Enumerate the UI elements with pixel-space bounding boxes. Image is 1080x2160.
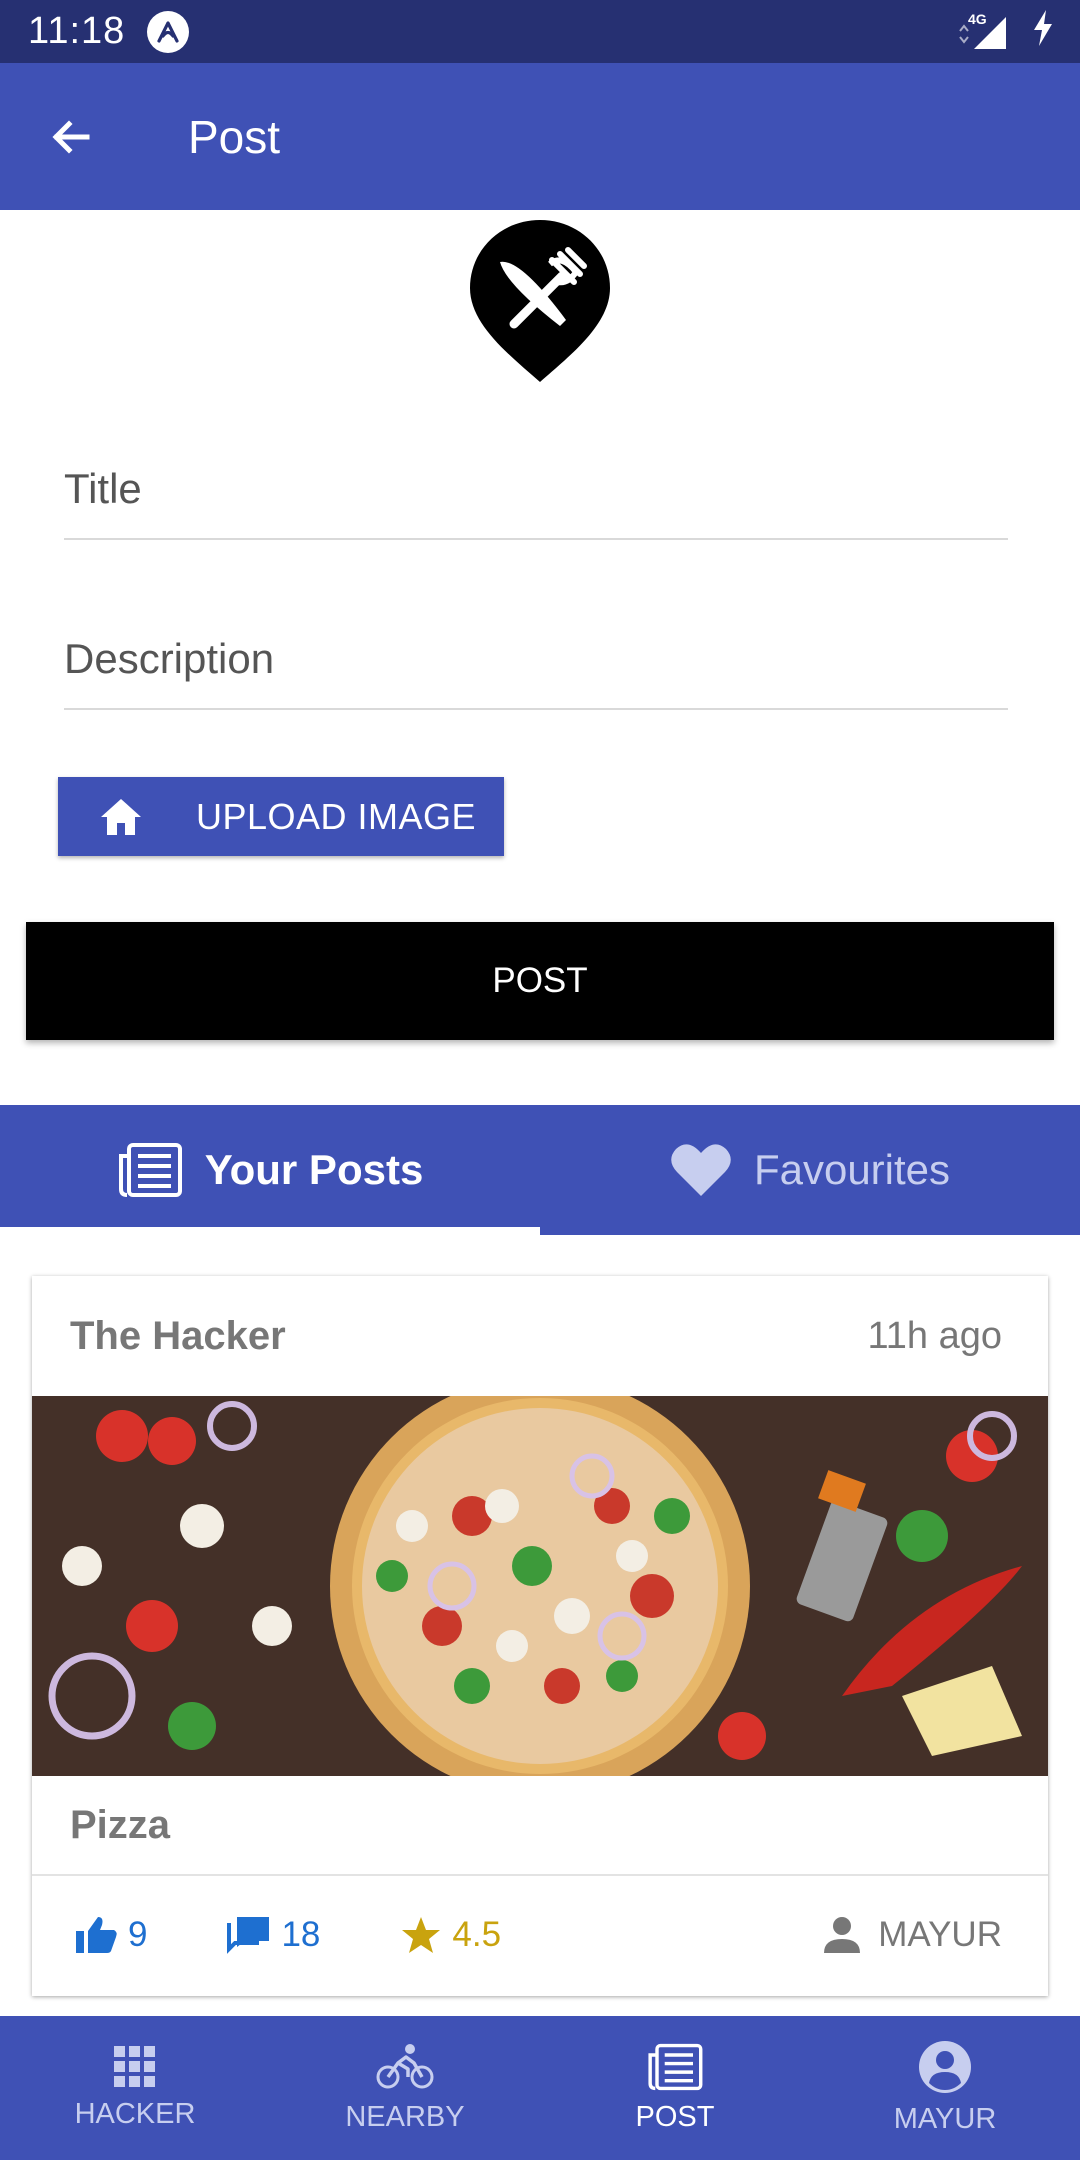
status-bar: 11:18 4G [0, 0, 1080, 63]
rating: 4.5 [400, 1915, 501, 1955]
nav-post[interactable]: POST [540, 2016, 810, 2160]
post-time: 11h ago [867, 1314, 1002, 1357]
thumbs-up-icon [76, 1917, 117, 1953]
bike-icon [376, 2043, 434, 2088]
upload-image-label: UPLOAD IMAGE [196, 795, 477, 837]
restaurant-pin-logo [470, 220, 610, 382]
nav-hacker-label: HACKER [74, 2097, 196, 2130]
page-title: Post [188, 110, 281, 163]
like-button[interactable]: 9 [74, 1915, 147, 1955]
back-button[interactable] [26, 92, 116, 182]
heart-icon [671, 1144, 731, 1196]
tab-your-posts[interactable]: Your Posts [0, 1105, 540, 1235]
person-icon [824, 1917, 861, 1953]
newspaper-icon [118, 1143, 182, 1197]
status-indicators: 4G [956, 8, 1056, 53]
nav-profile[interactable]: MAYUR [810, 2016, 1080, 2160]
home-icon [101, 798, 141, 835]
comments-icon [227, 1917, 270, 1954]
comment-button[interactable]: 18 [227, 1915, 320, 1955]
rating-value: 4.5 [452, 1915, 502, 1954]
active-tab-indicator [0, 1227, 540, 1235]
nav-profile-label: MAYUR [893, 2102, 997, 2135]
nav-nearby[interactable]: NEARBY [270, 2016, 540, 2160]
description-input[interactable] [64, 600, 1008, 708]
newspaper-icon [648, 2043, 703, 2090]
nav-hacker[interactable]: HACKER [0, 2016, 270, 2160]
comment-count: 18 [281, 1915, 321, 1954]
app-bar: Post [0, 63, 1080, 210]
post-user-name: MAYUR [878, 1915, 1002, 1954]
posts-tabs: Your Posts Favourites [0, 1105, 1080, 1235]
title-field[interactable] [64, 430, 1008, 540]
bottom-navigation: HACKER NEARBY POST MAYUR [0, 2016, 1080, 2160]
account-icon [919, 2040, 971, 2093]
signal-icon: 4G [956, 9, 1012, 53]
post-title: Pizza [32, 1776, 1048, 1876]
description-field[interactable] [64, 600, 1008, 710]
tab-favourites-label: Favourites [753, 1146, 951, 1193]
nav-nearby-label: NEARBY [345, 2100, 465, 2133]
grid-icon [114, 2045, 155, 2087]
expo-notification-icon [147, 10, 190, 53]
post-author: The Hacker [70, 1313, 286, 1358]
post-card[interactable]: The Hacker 11h ago Pizza 9 18 4.5 MAYUR [32, 1276, 1048, 1996]
tab-favourites[interactable]: Favourites [540, 1105, 1080, 1235]
post-button[interactable]: POST [26, 922, 1054, 1040]
tab-your-posts-label: Your Posts [204, 1146, 424, 1193]
post-image-pizza [32, 1396, 1048, 1776]
title-input[interactable] [64, 430, 1008, 538]
post-card-header: The Hacker 11h ago [32, 1276, 1048, 1396]
arrow-back-icon [52, 119, 90, 154]
upload-image-button[interactable]: UPLOAD IMAGE [58, 777, 504, 856]
star-icon [402, 1917, 441, 1953]
nav-post-label: POST [635, 2100, 715, 2133]
like-count: 9 [128, 1915, 148, 1954]
post-user[interactable]: MAYUR [822, 1915, 1002, 1955]
post-stats: 9 18 4.5 MAYUR [32, 1876, 1048, 1994]
battery-charging-icon [1030, 8, 1056, 53]
status-time: 11:18 [28, 10, 126, 52]
